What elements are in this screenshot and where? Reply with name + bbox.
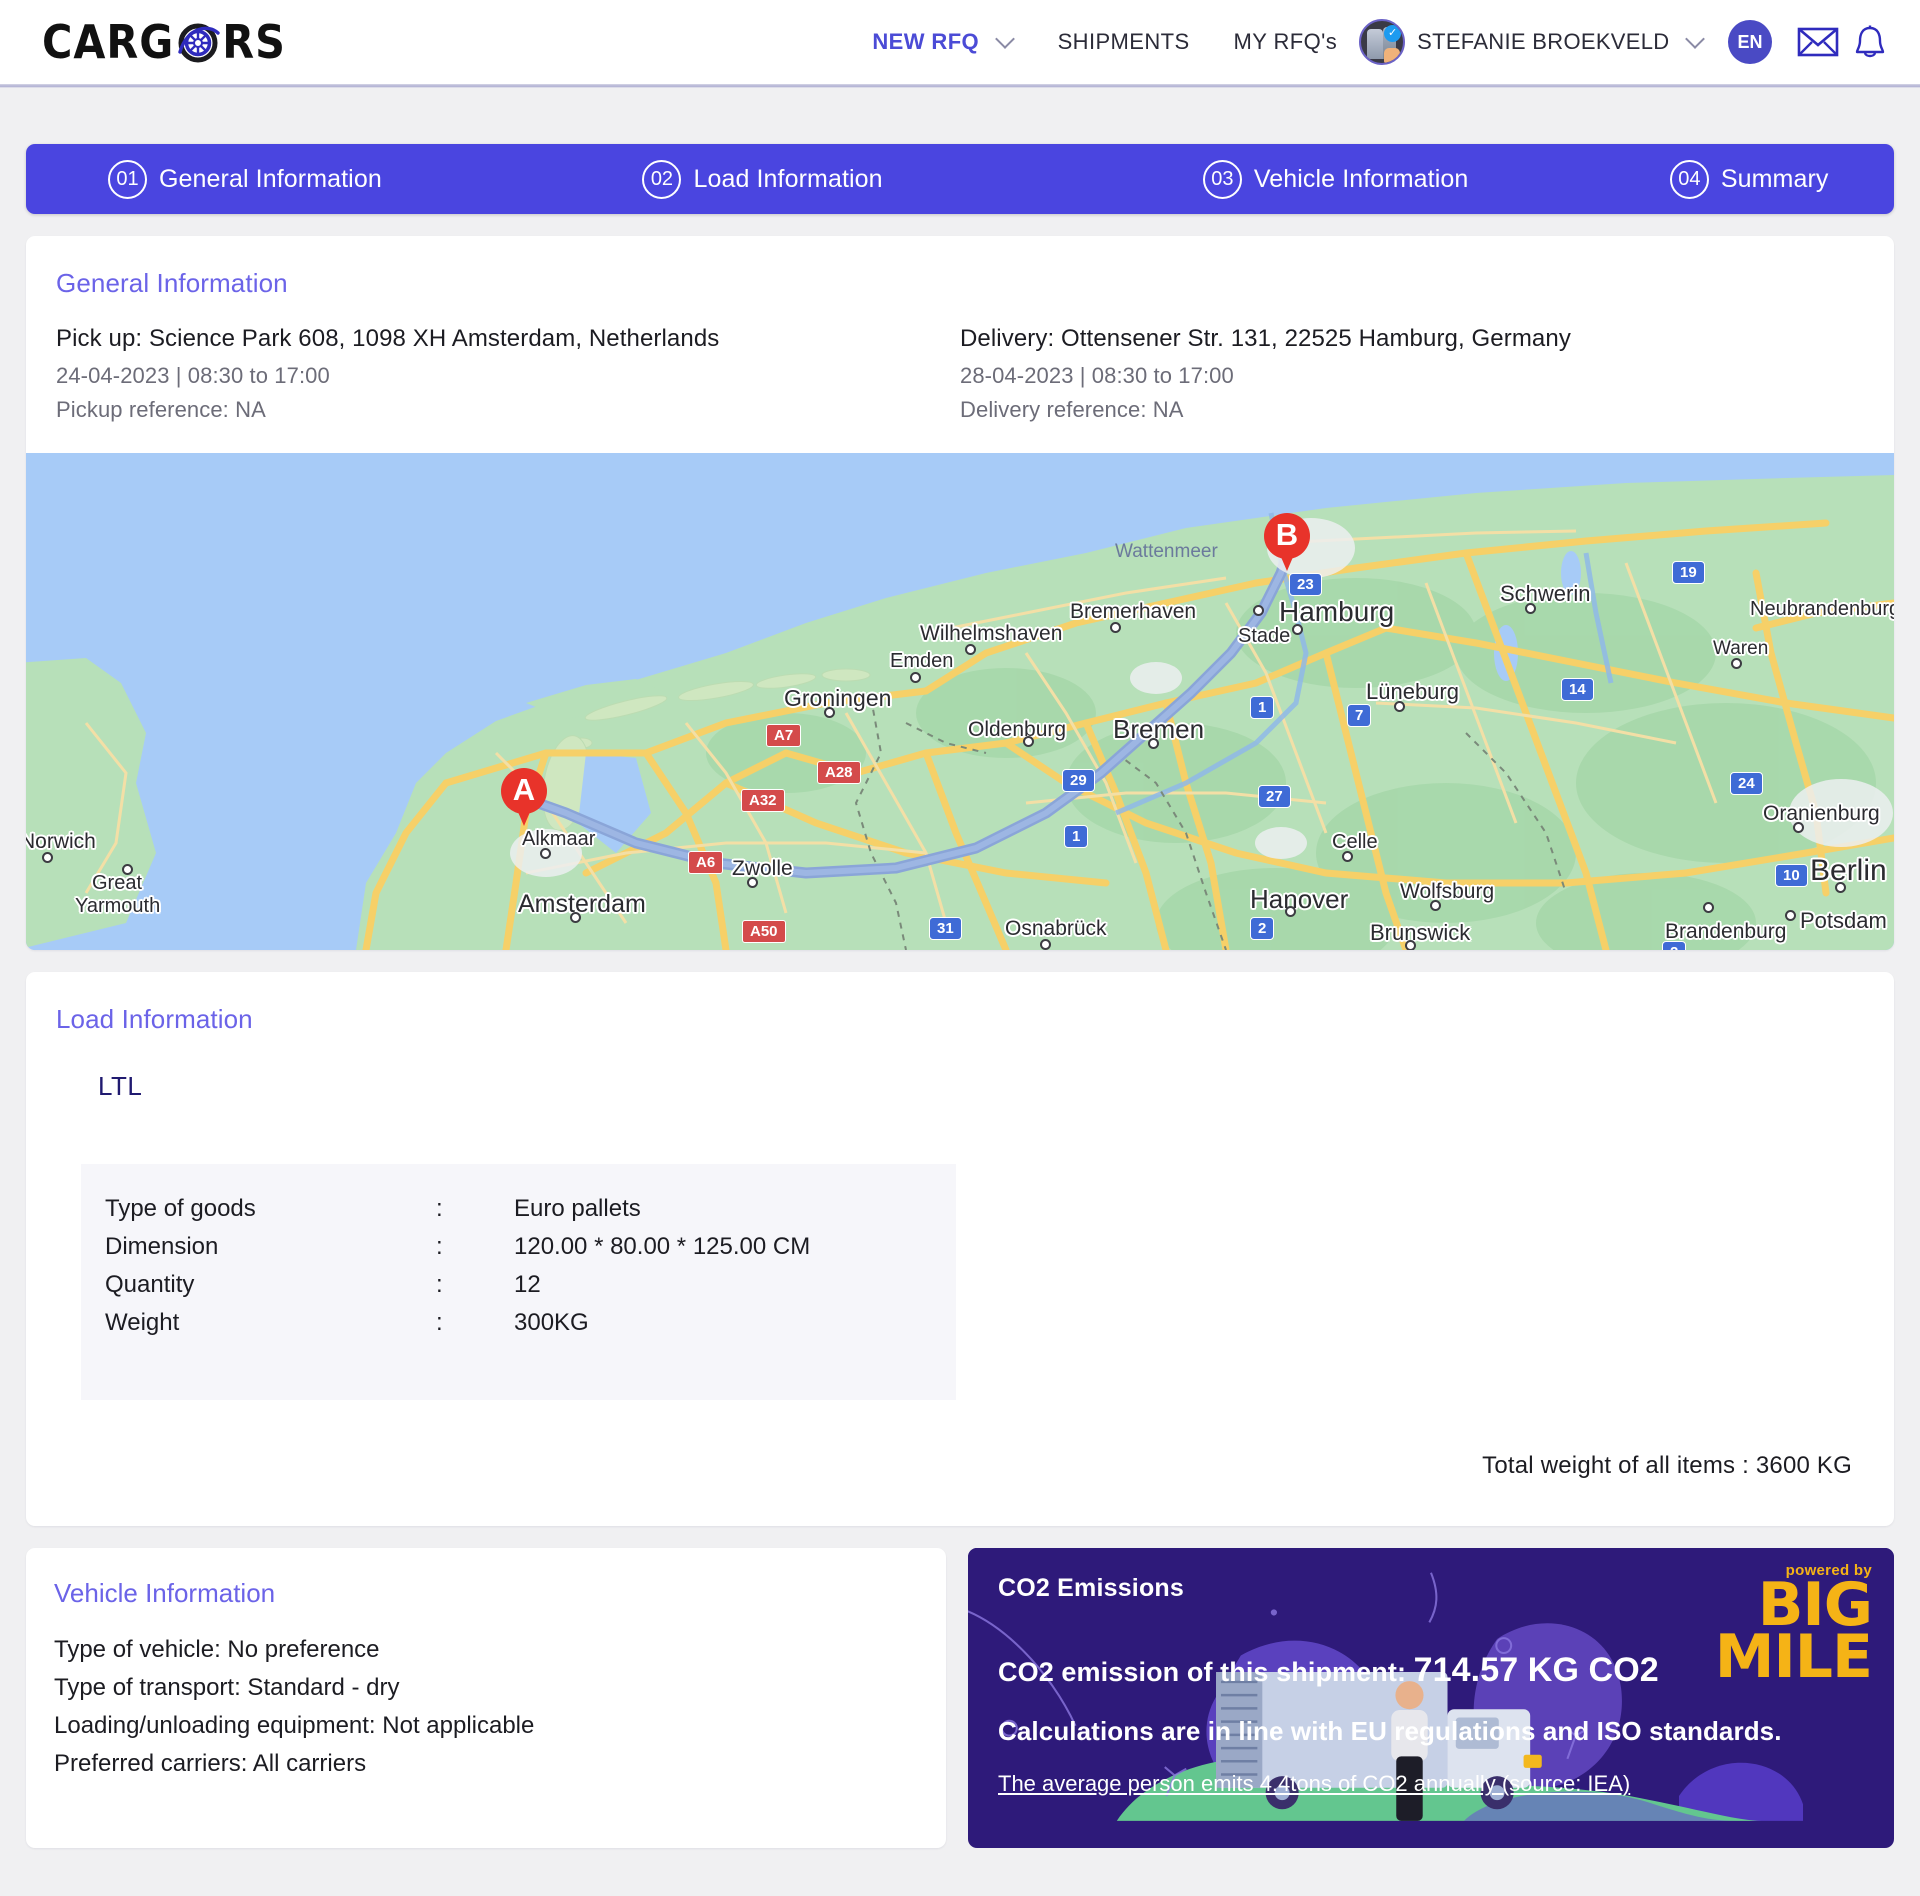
map-road-shield: 2 — [1662, 941, 1687, 950]
vehicle-information-title: Vehicle Information — [54, 1578, 276, 1608]
delivery-reference: Delivery reference: NA — [960, 397, 1184, 422]
map-road-shield: A6 — [688, 851, 724, 874]
step-label: Summary — [1720, 164, 1829, 193]
main-nav: NEW RFQ SHIPMENTS MY RFQ's ✓ STEFANIE BR… — [850, 19, 1920, 65]
nav-item-shipments[interactable]: SHIPMENTS — [1036, 29, 1212, 55]
step-summary[interactable]: 04 Summary — [1669, 159, 1894, 199]
map-road-shield: A32 — [741, 789, 785, 812]
bell-icon[interactable] — [1848, 23, 1892, 61]
step-number: 03 — [1202, 159, 1242, 199]
co2-emission-prefix: CO2 emission of this shipment: — [998, 1657, 1414, 1687]
table-row: Type of goods : Euro pallets — [81, 1190, 956, 1228]
pickup-datetime: 24-04-2023 | 08:30 to 17:00 — [56, 363, 330, 388]
envelope-icon[interactable] — [1796, 23, 1840, 61]
total-weight: Total weight of all items : 3600 KG — [1482, 1452, 1852, 1479]
row-value: 120.00 * 80.00 * 125.00 CM — [514, 1233, 811, 1260]
vehicle-type: Type of vehicle: No preference — [54, 1636, 380, 1663]
loading-equipment: Loading/unloading equipment: Not applica… — [54, 1712, 535, 1739]
step-label: Load Information — [693, 164, 883, 193]
co2-source-link[interactable]: The average person emits 4.4tons of CO2 … — [998, 1771, 1630, 1797]
load-mode-tab-ltl[interactable]: LTL — [26, 1035, 1894, 1102]
delivery-address: Delivery: Ottensener Str. 131, 22525 Ham… — [960, 325, 1571, 352]
logo-text-left: CARG — [42, 15, 175, 69]
map-road-shield: 14 — [1561, 678, 1594, 701]
map-road-shield: A28 — [817, 761, 861, 784]
table-row: Dimension : 120.00 * 80.00 * 125.00 CM — [81, 1228, 956, 1266]
map-road-shield: 19 — [1672, 561, 1705, 584]
chevron-down-icon — [1686, 29, 1704, 47]
row-label: Dimension — [105, 1233, 219, 1260]
delivery-datetime: 28-04-2023 | 08:30 to 17:00 — [960, 363, 1234, 388]
route-map[interactable]: Wattenmeer Hamburg Schwerin Neubrandenburg B… — [26, 453, 1894, 950]
map-road-shield: A50 — [742, 920, 786, 943]
map-road-shield: 1 — [1250, 696, 1275, 719]
nav-item-my-rfqs[interactable]: MY RFQ's — [1212, 29, 1360, 55]
co2-emissions-card: powered by BIG MILE CO2 Emissions CO2 em… — [968, 1548, 1894, 1848]
user-name: STEFANIE BROEKVELD — [1417, 29, 1670, 54]
delivery-block: Delivery: Ottensener Str. 131, 22525 Ham… — [960, 325, 1864, 431]
nav-item-new-rfq[interactable]: NEW RFQ — [850, 29, 1035, 55]
top-navigation-bar: CARG RS NEW RFQ SHIPMENTS MY RFQ's ✓ STE… — [0, 0, 1920, 88]
wizard-steps: 01 General Information 02 Load Informati… — [26, 144, 1894, 214]
row-separator: : — [436, 1309, 443, 1336]
avatar[interactable]: ✓ — [1359, 19, 1406, 65]
map-road-shield: 23 — [1289, 573, 1322, 596]
language-selector[interactable]: EN — [1728, 20, 1772, 64]
row-separator: : — [436, 1271, 443, 1298]
general-information-title: General Information — [56, 268, 288, 298]
step-number: 04 — [1669, 159, 1709, 199]
goods-details-table: Type of goods : Euro pallets Dimension :… — [81, 1164, 956, 1400]
map-road-shield: 27 — [1258, 785, 1291, 808]
row-separator: : — [436, 1233, 443, 1260]
pickup-address: Pick up: Science Park 608, 1098 XH Amste… — [56, 325, 720, 352]
load-information-card: Load Information LTL Type of goods : Eur… — [26, 972, 1894, 1526]
pickup-reference: Pickup reference: NA — [56, 397, 266, 422]
load-information-title: Load Information — [56, 1004, 253, 1034]
user-menu[interactable]: STEFANIE BROEKVELD — [1417, 29, 1704, 55]
map-road-shield: 31 — [929, 917, 962, 940]
table-row: Weight : 300KG — [81, 1304, 956, 1342]
bottom-row: Vehicle Information Type of vehicle: No … — [26, 1548, 1894, 1848]
co2-calculation-note: Calculations are in line with EU regulat… — [998, 1716, 1782, 1746]
co2-emission-value: 714.57 KG CO2 — [1413, 1651, 1659, 1689]
row-value: Euro pallets — [514, 1195, 641, 1222]
row-label: Type of goods — [105, 1195, 256, 1222]
row-label: Quantity — [105, 1271, 195, 1298]
step-general-information[interactable]: 01 General Information — [26, 159, 642, 199]
map-road-shield: 7 — [1347, 704, 1372, 727]
step-label: General Information — [159, 164, 382, 193]
row-value: 300KG — [514, 1309, 589, 1336]
map-road-shield: 10 — [1775, 864, 1808, 887]
logo-text-right: RS — [222, 15, 286, 69]
step-vehicle-information[interactable]: 03 Vehicle Information — [1202, 159, 1670, 199]
preferred-carriers: Preferred carriers: All carriers — [54, 1750, 367, 1777]
page-content: 01 General Information 02 Load Informati… — [0, 144, 1920, 1848]
co2-emission-line: CO2 emission of this shipment: 714.57 KG… — [998, 1651, 1864, 1690]
row-label: Weight — [105, 1309, 180, 1336]
map-road-shield: A7 — [766, 724, 802, 747]
map-road-shield: 29 — [1062, 769, 1095, 792]
map-road-shield: 24 — [1730, 772, 1763, 795]
step-label: Vehicle Information — [1253, 164, 1469, 193]
step-number: 01 — [108, 159, 147, 199]
step-load-information[interactable]: 02 Load Information — [642, 159, 1202, 199]
chevron-down-icon — [996, 29, 1014, 47]
general-information-card: General Information Pick up: Science Par… — [26, 236, 1894, 950]
co2-title: CO2 Emissions — [998, 1574, 1184, 1602]
table-row: Quantity : 12 — [81, 1266, 956, 1304]
transport-type: Type of transport: Standard - dry — [54, 1674, 400, 1701]
row-separator: : — [436, 1195, 443, 1222]
vehicle-information-card: Vehicle Information Type of vehicle: No … — [26, 1548, 946, 1848]
step-number: 02 — [642, 159, 682, 199]
wheel-icon — [175, 19, 221, 65]
map-road-shield: 2 — [1250, 917, 1275, 940]
brand-logo[interactable]: CARG RS — [42, 15, 286, 69]
row-value: 12 — [514, 1271, 541, 1298]
map-road-shield: 1 — [1064, 825, 1089, 848]
pickup-block: Pick up: Science Park 608, 1098 XH Amste… — [56, 325, 960, 431]
